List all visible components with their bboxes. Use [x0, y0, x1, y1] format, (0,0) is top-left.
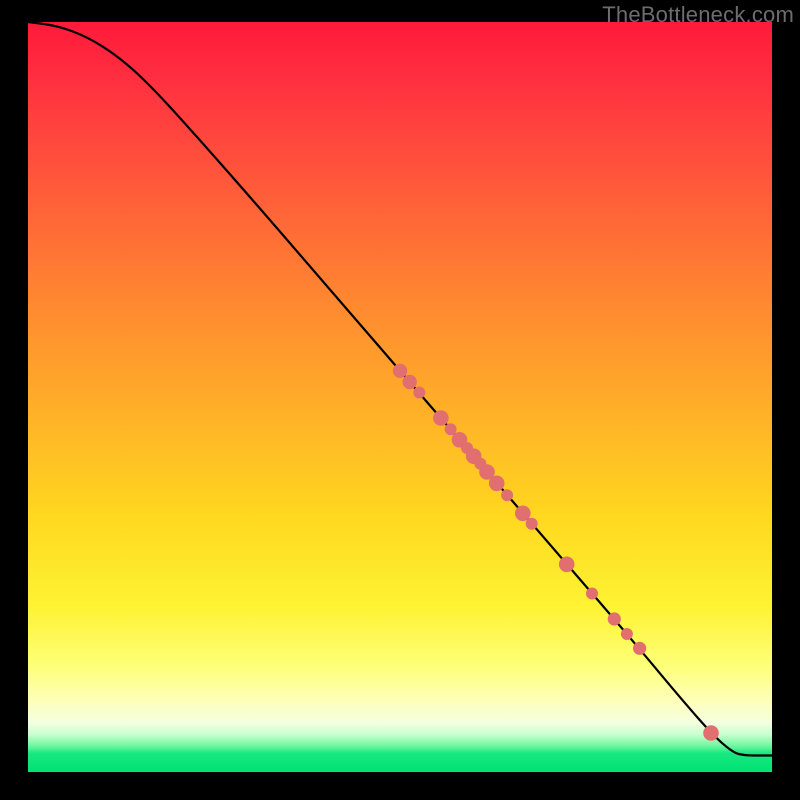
- scatter-dot: [501, 489, 513, 501]
- scatter-dot: [433, 410, 449, 426]
- scatter-dot: [489, 476, 505, 492]
- plot-area: [28, 22, 772, 772]
- scatter-dot: [413, 387, 425, 399]
- scatter-dot: [703, 725, 719, 741]
- bottleneck-curve: [28, 22, 772, 756]
- scatter-dot: [403, 375, 417, 389]
- scatter-dot: [515, 506, 531, 522]
- scatter-dot: [393, 364, 407, 378]
- scatter-dot: [621, 628, 633, 640]
- scatter-dot: [608, 612, 621, 625]
- scatter-dot: [526, 518, 538, 530]
- scatter-dot: [633, 642, 646, 655]
- scatter-dot: [445, 423, 457, 435]
- curve-layer: [28, 22, 772, 772]
- chart-frame: TheBottleneck.com: [0, 0, 800, 800]
- scatter-dot: [559, 557, 575, 573]
- scatter-dot: [586, 588, 598, 600]
